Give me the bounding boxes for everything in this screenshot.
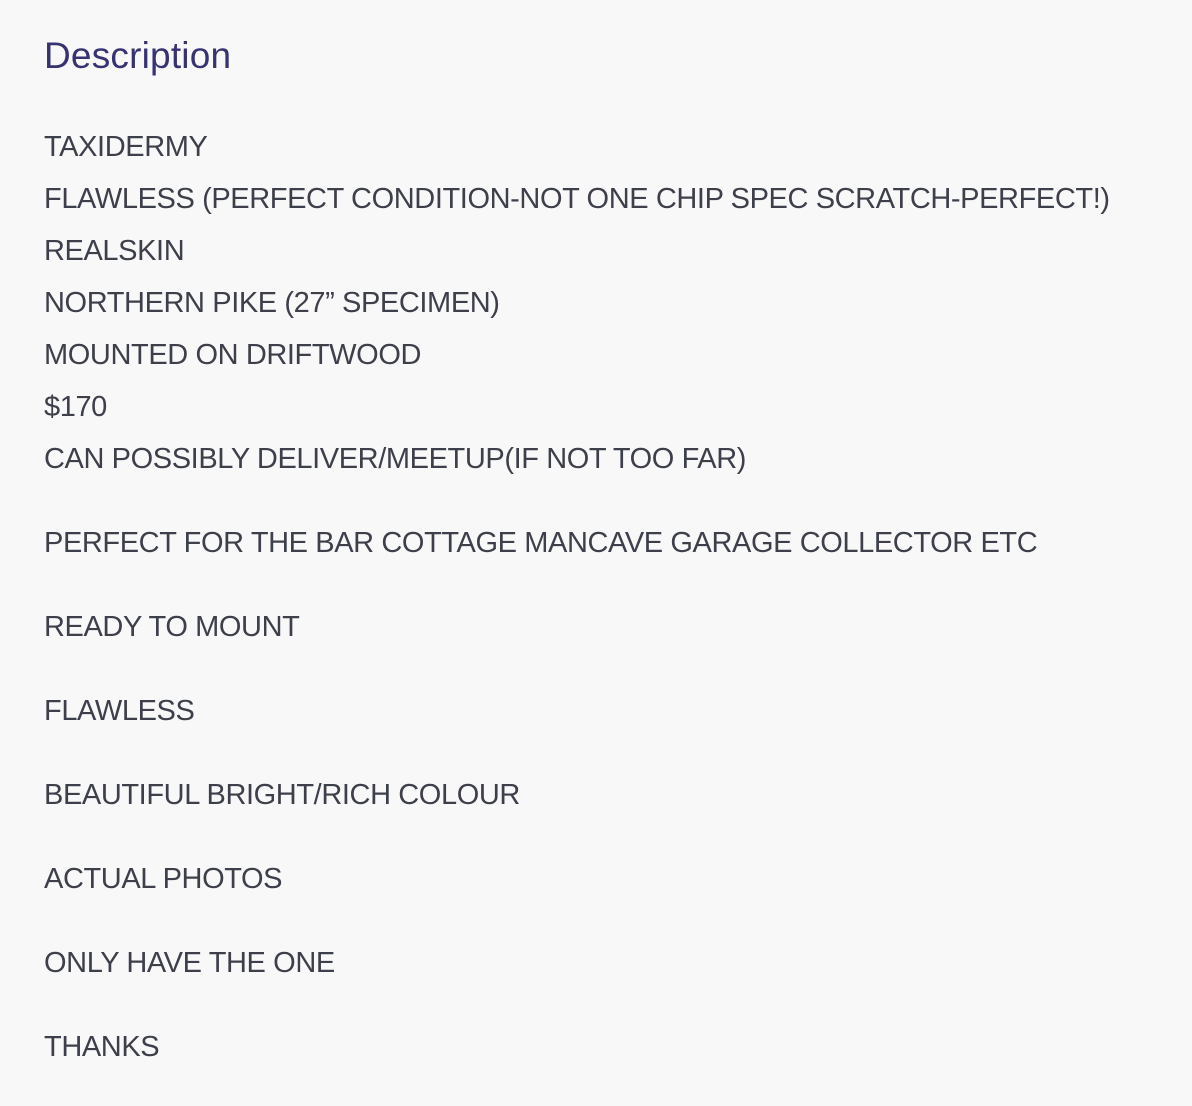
description-paragraph: ACTUAL PHOTOS: [44, 863, 283, 895]
description-intro-block: TAXIDERMY FLAWLESS (PERFECT CONDITION-NO…: [44, 121, 1110, 485]
description-line: TAXIDERMY: [44, 131, 208, 163]
description-paragraph: FLAWLESS: [44, 695, 195, 727]
description-line: REALSKIN: [44, 235, 185, 267]
description-paragraph: BEAUTIFUL BRIGHT/RICH COLOUR: [44, 779, 520, 811]
description-line: CAN POSSIBLY DELIVER/MEETUP(IF NOT TOO F…: [44, 443, 747, 475]
description-paragraph: PERFECT FOR THE BAR COTTAGE MANCAVE GARA…: [44, 527, 1038, 559]
description-line: FLAWLESS (PERFECT CONDITION-NOT ONE CHIP…: [44, 183, 1110, 215]
description-paragraph: READY TO MOUNT: [44, 611, 300, 643]
description-paragraph: ONLY HAVE THE ONE: [44, 947, 335, 979]
description-line: NORTHERN PIKE (27” SPECIMEN): [44, 287, 500, 319]
description-price: $170: [44, 391, 107, 423]
description-heading: Description: [44, 35, 232, 76]
description-line: MOUNTED ON DRIFTWOOD: [44, 339, 422, 371]
description-paragraph: THANKS: [44, 1031, 160, 1063]
